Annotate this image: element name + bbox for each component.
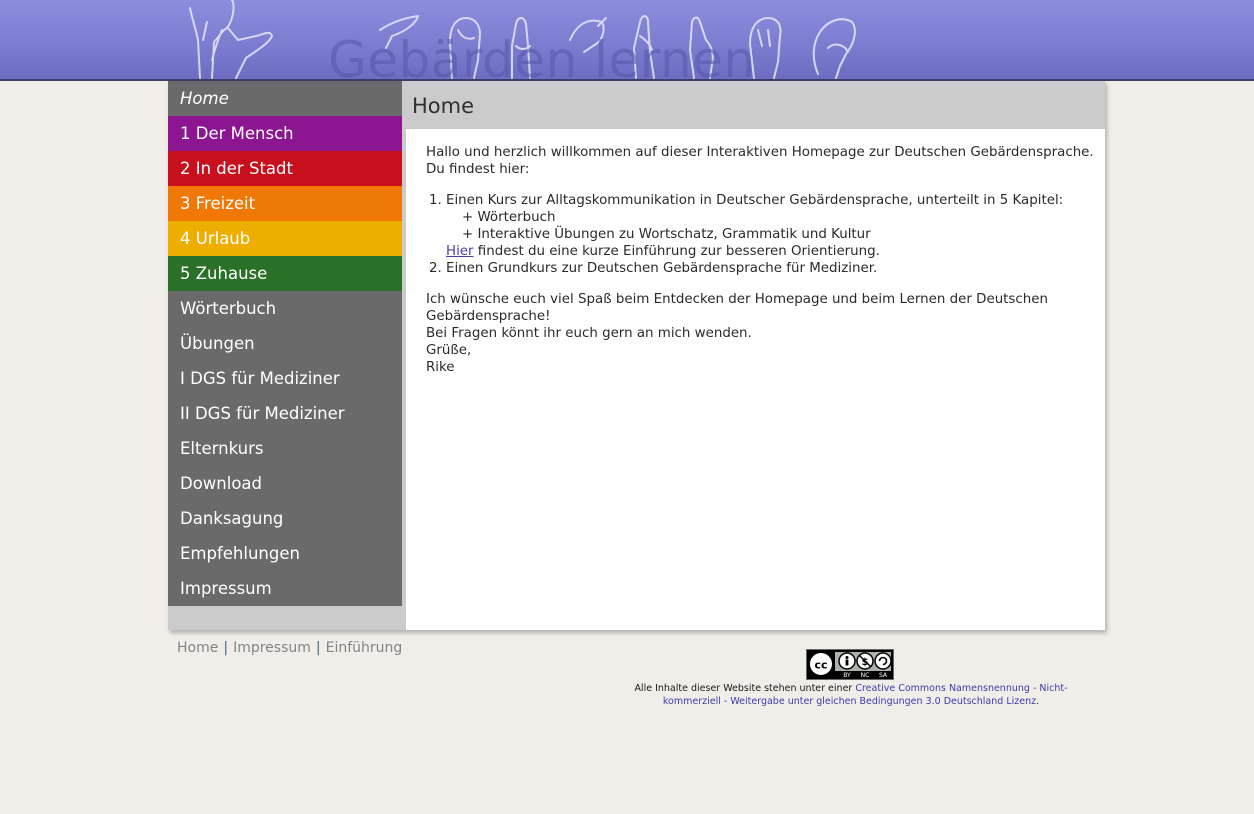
page-container: Home 1 Der Mensch 2 In der Stadt 3 Freiz… [168, 81, 1105, 630]
footer-separator: | [315, 640, 321, 656]
sidebar-item-woerterbuch[interactable]: Wörterbuch [168, 291, 402, 326]
questions-text: Bei Fragen könnt ihr euch gern an mich w… [426, 326, 752, 341]
signature-text: Rike [426, 360, 455, 375]
sidebar-item-in-der-stadt[interactable]: 2 In der Stadt [168, 151, 402, 186]
license-prefix: Alle Inhalte dieser Website stehen unter… [634, 683, 856, 694]
sidebar-item-dgs-mediziner-2[interactable]: II DGS für Mediziner [168, 396, 402, 431]
article-body: Hallo und herzlich willkommen auf dieser… [426, 144, 1102, 376]
cc-label-sa: SA [879, 672, 888, 679]
license-notice: Alle Inhalte dieser Website stehen unter… [612, 683, 1090, 708]
list-sub-item: + Wörterbuch [462, 210, 556, 225]
hier-link[interactable]: Hier [446, 244, 474, 259]
license-suffix: . [1036, 695, 1040, 707]
creative-commons-icon[interactable]: cc $ BY NC SA [806, 649, 894, 680]
main-content: Home Hallo und herzlich willkommen auf d… [406, 81, 1105, 630]
list-item: Einen Kurs zur Alltagskommunikation in D… [446, 192, 1102, 260]
cc-badge-graphic: cc $ BY NC SA [807, 650, 893, 679]
sidebar-item-dgs-mediziner-1[interactable]: I DGS für Mediziner [168, 361, 402, 396]
sidebar-item-home[interactable]: Home [168, 81, 402, 116]
footer-nav: Home | Impressum | Einführung [177, 640, 402, 656]
site-header: Gebärden lernen [0, 0, 1254, 81]
sidebar-item-zuhause[interactable]: 5 Zuhause [168, 256, 402, 291]
site-title: Gebärden lernen [328, 31, 756, 81]
svg-text:cc: cc [814, 659, 827, 672]
sidebar-item-danksagung[interactable]: Danksagung [168, 501, 402, 536]
sidebar-item-uebungen[interactable]: Übungen [168, 326, 402, 361]
footer-separator: | [223, 640, 229, 656]
closing-block: Ich wünsche euch viel Spaß beim Entdecke… [426, 291, 1102, 376]
list-item-text: Einen Grundkurs zur Deutschen Gebärdensp… [446, 261, 878, 276]
page-title-bar: Home [406, 81, 1105, 129]
sidebar-item-empfehlungen[interactable]: Empfehlungen [168, 536, 402, 571]
sidebar-item-elternkurs[interactable]: Elternkurs [168, 431, 402, 466]
footer-link-home[interactable]: Home [177, 640, 218, 656]
cc-label-nc: NC [861, 672, 870, 679]
sidebar-item-der-mensch[interactable]: 1 Der Mensch [168, 116, 402, 151]
footer-link-einfuehrung[interactable]: Einführung [326, 640, 403, 656]
greeting-text: Grüße, [426, 343, 472, 358]
intro-text: Hallo und herzlich willkommen auf dieser… [426, 145, 1094, 177]
list-item-text: Einen Kurs zur Alltagskommunikation in D… [446, 193, 1064, 208]
cc-label-by: BY [843, 672, 851, 679]
offer-list: Einen Kurs zur Alltagskommunikation in D… [426, 192, 1102, 277]
sidebar-item-impressum[interactable]: Impressum [168, 571, 402, 606]
sidebar-item-urlaub[interactable]: 4 Urlaub [168, 221, 402, 256]
list-sub-item: + Interaktive Übungen zu Wortschatz, Gra… [462, 227, 871, 242]
sidebar-item-download[interactable]: Download [168, 466, 402, 501]
closing-text: Ich wünsche euch viel Spaß beim Entdecke… [426, 292, 1048, 324]
sidebar-item-freizeit[interactable]: 3 Freizeit [168, 186, 402, 221]
page-title: Home [412, 94, 475, 118]
intro-link-line: Hier findest du eine kurze Einführung zu… [446, 243, 1102, 260]
sidebar-nav: Home 1 Der Mensch 2 In der Stadt 3 Freiz… [168, 81, 402, 606]
footer-link-impressum[interactable]: Impressum [233, 640, 311, 656]
list-item: Einen Grundkurs zur Deutschen Gebärdensp… [446, 260, 1102, 277]
intro-link-tail: findest du eine kurze Einführung zur bes… [473, 244, 880, 259]
